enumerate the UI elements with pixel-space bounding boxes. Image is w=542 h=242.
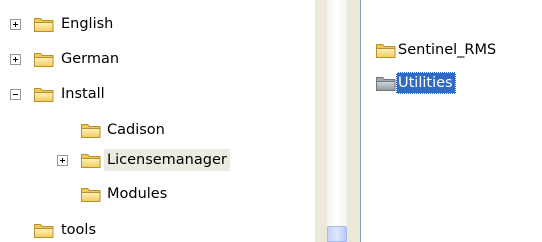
- tree-item-german[interactable]: German: [0, 47, 200, 71]
- list-item-label: Utilities: [396, 72, 456, 94]
- tree-item-english[interactable]: English: [0, 12, 200, 36]
- folder-icon: [33, 50, 55, 68]
- expand-plus-icon[interactable]: [10, 19, 21, 30]
- folder-tree-pane[interactable]: English German Install Cadison Licensema…: [0, 0, 315, 242]
- expand-plus-icon[interactable]: [10, 54, 21, 65]
- expand-plus-icon[interactable]: [57, 155, 68, 166]
- file-list-pane[interactable]: Sentinel_RMS Utilities: [360, 0, 542, 242]
- vertical-scrollbar-track[interactable]: [327, 0, 347, 242]
- tree-item-tools[interactable]: tools: [0, 218, 200, 242]
- tree-item-label: Licensemanager: [104, 149, 230, 171]
- folder-icon: [80, 185, 102, 203]
- collapse-minus-icon[interactable]: [10, 89, 21, 100]
- folder-icon: [80, 121, 102, 139]
- tree-item-label: tools: [61, 222, 97, 238]
- folder-icon: [33, 15, 55, 33]
- folder-icon: [33, 85, 55, 103]
- list-item-sentinel-rms[interactable]: Sentinel_RMS: [375, 38, 542, 62]
- folder-icon: [375, 41, 397, 59]
- folder-icon: [80, 151, 102, 169]
- list-item-label: Sentinel_RMS: [398, 42, 497, 58]
- tree-item-label: Cadison: [107, 122, 165, 138]
- pane-splitter[interactable]: [315, 0, 360, 242]
- scrollbar-thumb[interactable]: [327, 226, 347, 242]
- tree-item-cadison[interactable]: Cadison: [0, 118, 240, 142]
- list-item-utilities[interactable]: Utilities: [375, 71, 542, 95]
- folder-icon: [33, 221, 55, 239]
- tree-item-install[interactable]: Install: [0, 82, 200, 106]
- folder-icon: [375, 74, 397, 92]
- tree-item-label: Modules: [107, 186, 168, 202]
- tree-item-label: German: [61, 51, 120, 67]
- tree-item-label: English: [61, 16, 114, 32]
- tree-item-modules[interactable]: Modules: [0, 182, 240, 206]
- tree-item-licensemanager[interactable]: Licensemanager: [0, 148, 300, 172]
- tree-item-label: Install: [61, 86, 105, 102]
